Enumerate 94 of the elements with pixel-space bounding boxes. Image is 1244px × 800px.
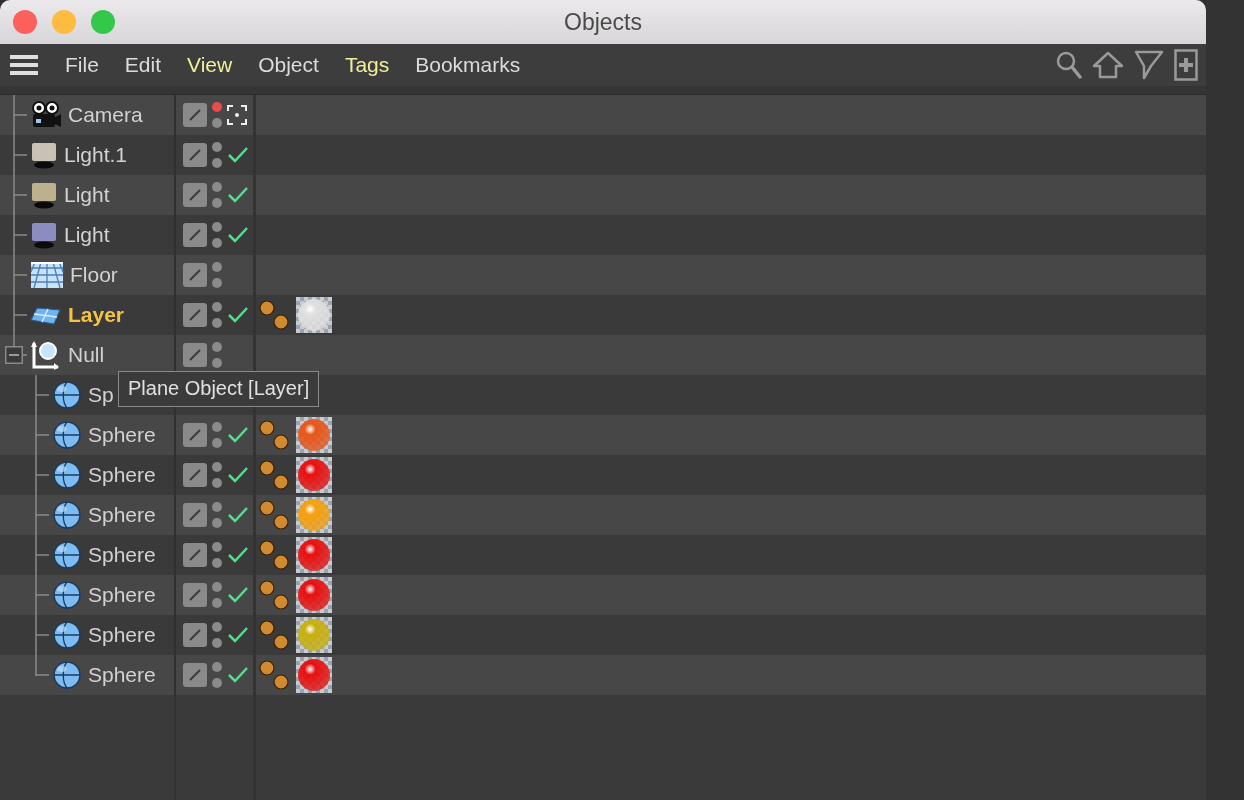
two-balls-tag-icon[interactable] <box>258 619 290 651</box>
material-ball-icon[interactable] <box>296 297 332 333</box>
checkmark-icon[interactable] <box>227 426 249 444</box>
two-balls-tag-icon[interactable] <box>258 499 290 531</box>
menu-item[interactable]: File <box>52 49 112 81</box>
collapse-icon[interactable] <box>5 346 23 364</box>
tree-line <box>13 255 27 295</box>
visibility-dots-icon[interactable] <box>211 220 223 250</box>
object-name[interactable]: Layer <box>68 303 125 327</box>
checkmark-icon[interactable] <box>227 666 249 684</box>
two-balls-tag-icon[interactable] <box>258 579 290 611</box>
visibility-dots-icon[interactable] <box>211 500 223 530</box>
visibility-dots-icon[interactable] <box>211 340 223 370</box>
object-name[interactable]: Sphere <box>88 543 156 567</box>
material-ball-icon[interactable] <box>296 497 332 533</box>
object-name[interactable]: Light <box>64 223 110 247</box>
object-name[interactable]: Sphere <box>88 663 156 687</box>
tree-line <box>35 575 49 615</box>
menu-item[interactable]: Tags <box>331 49 403 81</box>
visibility-dots-icon[interactable] <box>211 140 223 170</box>
material-ball-icon[interactable] <box>296 417 332 453</box>
checkmark-icon[interactable] <box>227 546 249 564</box>
checkmark-icon[interactable] <box>227 586 249 604</box>
two-balls-tag-icon[interactable] <box>258 299 290 331</box>
two-balls-tag-icon[interactable] <box>258 419 290 451</box>
material-ball-icon[interactable] <box>296 577 332 613</box>
material-ball-icon[interactable] <box>296 617 332 653</box>
sphere-icon <box>52 380 82 410</box>
material-ball-icon[interactable] <box>296 537 332 573</box>
sphere-icon <box>52 460 82 490</box>
object-name[interactable]: Camera <box>68 103 143 127</box>
object-name[interactable]: Sp <box>88 383 114 407</box>
checkmark-icon[interactable] <box>227 146 249 164</box>
object-name[interactable]: Floor <box>70 263 118 287</box>
window-title: Objects <box>564 8 642 36</box>
visibility-dots-icon[interactable] <box>211 100 223 130</box>
add-panel-icon[interactable] <box>1174 49 1198 81</box>
close-button[interactable] <box>13 10 37 34</box>
home-icon[interactable] <box>1092 51 1124 79</box>
visibility-dots-icon[interactable] <box>211 580 223 610</box>
tree-line <box>35 415 49 455</box>
checkmark-icon[interactable] <box>227 466 249 484</box>
grid-floor-icon <box>30 260 64 290</box>
checkmark-icon[interactable] <box>227 626 249 644</box>
two-balls-tag-icon[interactable] <box>258 459 290 491</box>
visibility-dots-icon[interactable] <box>211 460 223 490</box>
material-ball-icon[interactable] <box>296 457 332 493</box>
object-name[interactable]: Light.1 <box>64 143 128 167</box>
tree-line <box>35 535 49 575</box>
zoom-button[interactable] <box>91 10 115 34</box>
visibility-dots-icon[interactable] <box>211 260 223 290</box>
checkmark-icon[interactable] <box>227 226 249 244</box>
checkmark-icon[interactable] <box>227 306 249 324</box>
visibility-dots-icon[interactable] <box>211 180 223 210</box>
object-name[interactable]: Sphere <box>88 503 156 527</box>
tree-line <box>13 215 27 255</box>
tree-line <box>13 175 27 215</box>
tooltip: Plane Object [Layer] <box>118 371 320 407</box>
search-icon[interactable] <box>1056 51 1082 79</box>
tree-line <box>35 495 49 535</box>
object-name[interactable]: Sphere <box>88 423 156 447</box>
visibility-dots-icon[interactable] <box>211 540 223 570</box>
menu-item[interactable]: Object <box>245 49 332 81</box>
focus-target-icon[interactable] <box>227 105 247 125</box>
camera-icon <box>30 100 62 130</box>
visibility-dots-icon[interactable] <box>211 620 223 650</box>
object-name[interactable]: Sphere <box>88 623 156 647</box>
object-name[interactable]: Sphere <box>88 583 156 607</box>
object-name[interactable]: Null <box>68 343 105 367</box>
object-name[interactable]: Sphere <box>88 463 156 487</box>
checkmark-icon[interactable] <box>227 186 249 204</box>
sphere-icon <box>52 420 82 450</box>
sphere-icon <box>52 500 82 530</box>
menu-item[interactable]: Edit <box>111 49 175 81</box>
two-balls-tag-icon[interactable] <box>258 539 290 571</box>
material-ball-icon[interactable] <box>296 657 332 693</box>
visibility-dots-icon[interactable] <box>211 660 223 690</box>
sphere-icon <box>52 540 82 570</box>
sphere-icon <box>52 660 82 690</box>
tree-line <box>35 375 49 415</box>
checkmark-icon[interactable] <box>227 506 249 524</box>
tree-line <box>35 455 49 495</box>
sphere-icon <box>52 580 82 610</box>
two-balls-tag-icon[interactable] <box>258 659 290 691</box>
menu-icon[interactable] <box>10 54 38 76</box>
visibility-dots-icon[interactable] <box>211 420 223 450</box>
menu-item[interactable]: View <box>174 49 246 81</box>
filter-icon[interactable] <box>1134 50 1164 80</box>
object-name[interactable]: Light <box>64 183 110 207</box>
tree-line <box>13 95 27 135</box>
sphere-icon <box>52 620 82 650</box>
visibility-dots-icon[interactable] <box>211 300 223 330</box>
tree-line <box>13 135 27 175</box>
menu-item[interactable]: Bookmarks <box>402 49 534 81</box>
